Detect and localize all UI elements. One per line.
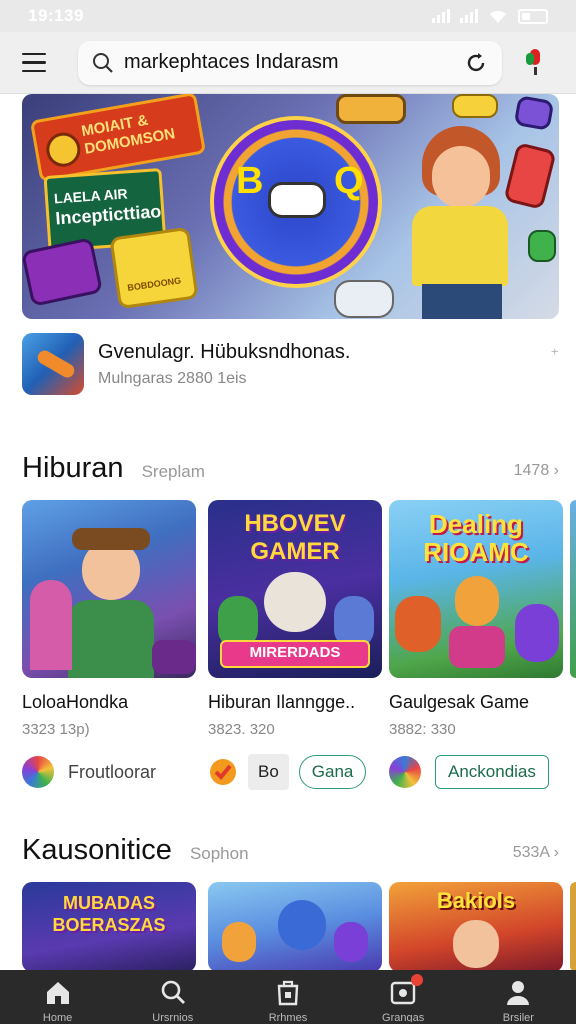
spin-wheel: BQ	[210, 116, 382, 288]
card-actions: Bo Gana	[208, 754, 382, 790]
gamepad-icon	[336, 94, 406, 124]
section-header-kausonitice: Kausonitice Sophon 533A ›	[22, 834, 559, 867]
nav-themes[interactable]: Rrhmes	[238, 978, 338, 1022]
search-bar[interactable]	[78, 40, 502, 85]
refresh-icon[interactable]	[464, 51, 488, 75]
game-card[interactable]: Dealing RIOAMC Gaulgesak Game 3882: 330 …	[389, 500, 563, 790]
section-subtitle: Sophon	[189, 843, 249, 863]
nav-games[interactable]: Grangas	[353, 974, 453, 1022]
see-all-link[interactable]: 533A ›	[513, 844, 559, 862]
bag-icon	[277, 980, 299, 1006]
app-icon[interactable]	[22, 333, 84, 395]
status-icons	[432, 8, 548, 24]
game-thumbnail[interactable]: Bakiols	[389, 882, 563, 972]
section-subtitle: Sreplam	[141, 461, 205, 481]
status-bar: 19:139	[0, 0, 576, 32]
featured-banner[interactable]: MOIAIT & DOMOMSON LAELA AIR Incepticttiao…	[22, 94, 559, 319]
signal-icon-2	[460, 9, 478, 23]
featured-app-row[interactable]: Gvenulagr. Hübuksndhonas. Mulngaras 2880…	[22, 333, 559, 395]
install-button[interactable]: Anckondias	[435, 755, 549, 789]
gamepad-icon	[452, 94, 498, 118]
game-thumbnail[interactable]	[208, 882, 382, 972]
battery-icon	[518, 8, 548, 24]
top-bar	[0, 32, 576, 94]
publisher-icon	[389, 756, 421, 788]
card-title: Gaulgesak Game	[389, 692, 530, 712]
wifi-icon	[490, 10, 506, 23]
game-card[interactable]	[208, 882, 382, 972]
gamepad-icon	[528, 230, 556, 262]
game-card[interactable]: LoloaHondka 3323 13p) Froutloorar	[22, 500, 196, 790]
bottom-nav: Home Ursrnios Rrhmes Grangas Brsiler	[0, 970, 576, 1024]
menu-icon[interactable]	[22, 46, 56, 80]
game-thumbnail[interactable]: Dealing RIOAMC	[389, 500, 563, 678]
see-all-link[interactable]: 1478 ›	[514, 462, 559, 480]
search-input[interactable]	[124, 51, 444, 74]
game-thumbnail[interactable]: MUBADAS BOERASZAS	[22, 882, 196, 972]
section-title: Hiburan	[22, 452, 124, 484]
game-card-peek[interactable]	[570, 882, 576, 972]
game-cube-icon: BOBDOONG	[109, 226, 199, 310]
app-text: Gvenulagr. Hübuksndhonas. Mulngaras 2880…	[98, 341, 350, 388]
publisher-icon	[22, 756, 54, 788]
profile-icon	[507, 981, 530, 1005]
card-actions: Froutloorar	[22, 754, 196, 790]
game-thumbnail[interactable]: HBOVEV GAMER MIRERDADS	[208, 500, 382, 678]
notification-badge	[411, 974, 424, 986]
status-time: 19:139	[28, 6, 84, 25]
card-meta: 3323 13p)	[22, 721, 90, 738]
gamepad-icon	[22, 237, 104, 307]
search-icon	[161, 980, 185, 1004]
search-icon	[93, 52, 113, 73]
card-meta: 3823. 320	[208, 721, 275, 738]
signal-icon	[432, 9, 450, 23]
card-meta: 3882: 330	[389, 721, 456, 738]
game-thumbnail[interactable]	[22, 500, 196, 678]
publisher-icon	[210, 759, 236, 785]
character-illustration	[382, 126, 532, 319]
banner-badge: MOIAIT & DOMOMSON	[29, 94, 207, 183]
secondary-button[interactable]: Bo	[248, 754, 289, 790]
game-card-peek[interactable]	[570, 500, 576, 678]
card-title: LoloaHondka	[22, 692, 129, 712]
nav-profile[interactable]: Brsiler	[468, 978, 568, 1022]
card-title: Hiburan Ilanngge..	[208, 692, 356, 712]
game-card[interactable]: HBOVEV GAMER MIRERDADS Hiburan Ilanngge.…	[208, 500, 382, 790]
section-title: Kausonitice	[22, 834, 172, 866]
nav-search[interactable]: Ursrnios	[123, 978, 223, 1022]
card-actions: Anckondias	[389, 754, 563, 790]
nav-home[interactable]: Home	[8, 978, 108, 1022]
home-icon	[46, 982, 69, 1004]
app-meta: Mulngaras 2880 1eis	[98, 369, 247, 387]
app-title: Gvenulagr. Hübuksndhonas.	[98, 340, 351, 363]
install-button[interactable]: Gana	[298, 755, 367, 789]
mic-icon[interactable]	[526, 48, 544, 77]
section-header-hiburan: Hiburan Sreplam 1478 ›	[22, 452, 559, 485]
more-icon[interactable]: ⁺	[551, 345, 559, 365]
publisher-label[interactable]: Froutloorar	[68, 762, 156, 783]
game-card[interactable]: MUBADAS BOERASZAS	[22, 882, 196, 972]
game-card[interactable]: Bakiols	[389, 882, 563, 972]
